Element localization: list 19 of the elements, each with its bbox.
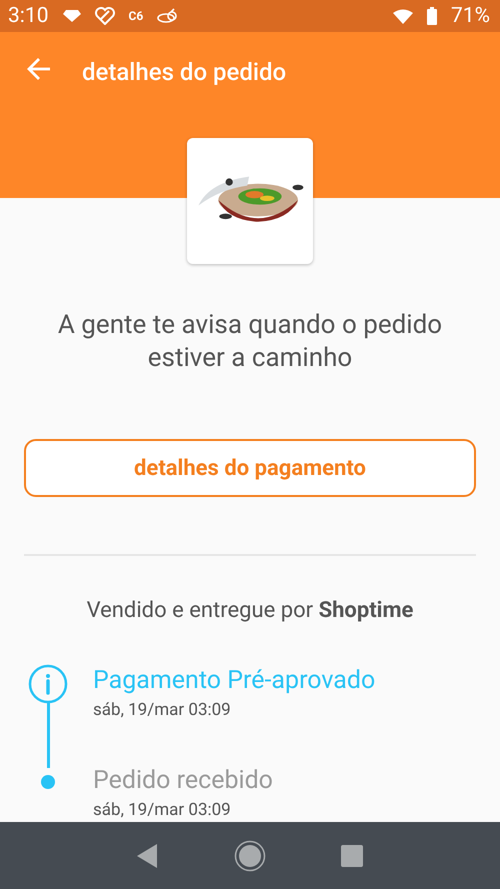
recents-button[interactable] (340, 844, 363, 866)
clock: 3:10 (8, 4, 48, 28)
info-message: A gente te avisa quando o pedido estiver a caminho (56, 309, 444, 375)
seller-text: Vendido e entregue por Shoptime (86, 597, 414, 625)
step-date: sáb, 19/mar 03:09 (93, 699, 232, 722)
page-title: detalhes do pedido (82, 57, 286, 88)
back-button[interactable] (26, 56, 52, 82)
wifi-icon (393, 8, 413, 24)
diamond-icon (62, 10, 80, 22)
heart-icon (94, 7, 114, 25)
notification-label: C6 (128, 9, 144, 23)
step-title: Pedido recebido (93, 765, 273, 797)
step-date: sáb, 19/mar 03:09 (93, 799, 232, 822)
step-title: Pagamento Pré-aprovado (93, 665, 376, 697)
back-button[interactable] (137, 844, 160, 868)
home-button[interactable] (234, 840, 266, 872)
battery-icon (427, 7, 437, 25)
payment-details-button[interactable]: detalhes do pagamento (24, 439, 476, 497)
battery-percentage: 71% (451, 4, 490, 28)
